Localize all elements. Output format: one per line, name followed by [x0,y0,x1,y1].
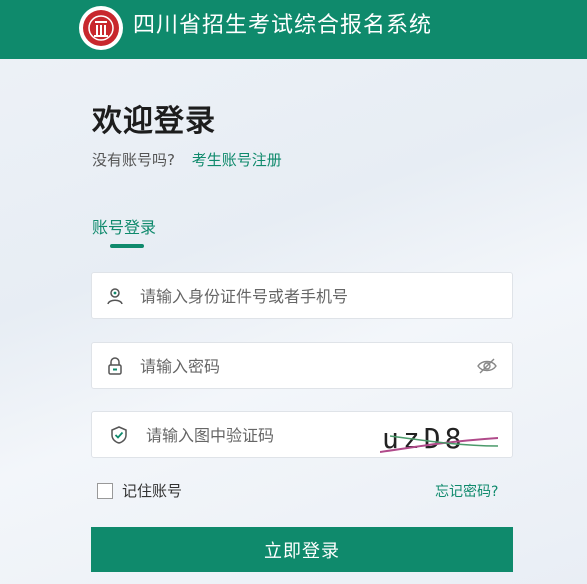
active-tab-indicator [110,244,144,248]
forgot-password-link[interactable]: 忘记密码? [435,481,498,501]
password-field-box [91,342,513,390]
site-title: 四川省招生考试综合报名系统 [133,13,433,38]
username-field-box [91,272,513,320]
shield-check-icon [111,426,127,444]
logo-icon [79,6,123,50]
login-button[interactable]: 立即登录 [91,527,513,572]
welcome-heading: 欢迎登录 [92,104,216,139]
remember-account[interactable]: 记住账号 [97,480,182,501]
username-input[interactable] [138,273,442,320]
no-account-text: 没有账号吗? [92,151,175,169]
remember-checkbox[interactable] [97,482,113,499]
register-link[interactable]: 考生账号注册 [192,151,282,169]
tab-account-login[interactable]: 账号登录 [92,214,156,238]
remember-label: 记住账号 [122,482,183,500]
user-icon [107,288,123,305]
password-input[interactable] [138,343,442,390]
top-header: 四川省招生考试综合报名系统 [0,0,587,59]
eye-hidden-icon[interactable] [476,356,498,376]
captcha-image[interactable]: uzD8 [380,416,498,456]
lock-icon [108,357,122,375]
captcha-field-box: uzD8 [91,411,513,459]
no-account-line: 没有账号吗? 考生账号注册 [92,149,282,170]
